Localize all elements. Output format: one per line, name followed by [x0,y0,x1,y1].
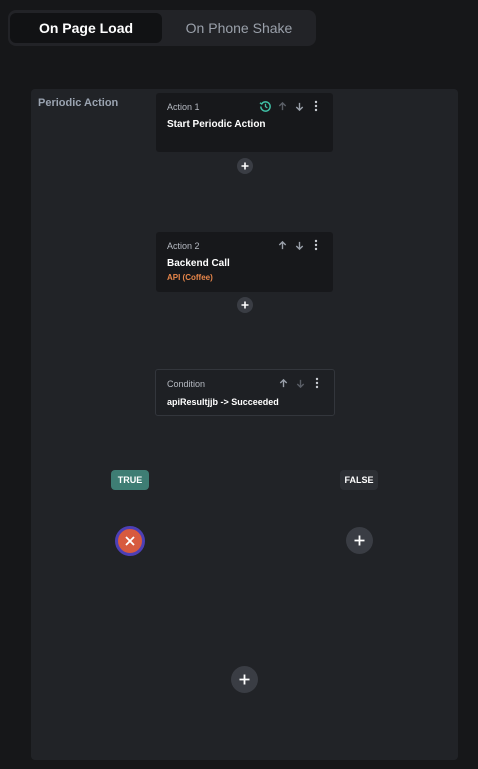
condition-label: Condition [167,379,206,389]
arrow-up-icon[interactable] [275,238,289,252]
tab-on-page-load[interactable]: On Page Load [10,13,162,43]
arrow-down-icon[interactable] [292,99,306,113]
false-branch-badge: FALSE [340,470,378,490]
action-label: Action 1 [167,102,200,112]
plus-icon [354,535,365,546]
plus-icon [239,674,250,685]
close-icon [125,536,135,546]
action-subtitle: API (Coffee) [167,273,213,282]
add-final-action-button[interactable] [231,666,258,693]
plus-icon [241,301,249,309]
more-options-icon[interactable] [310,376,324,390]
periodic-timer-icon[interactable] [258,99,272,113]
action-card-2[interactable]: Action 2 Backend Call API (Coffee) [156,232,333,292]
more-options-icon[interactable] [309,238,323,252]
more-options-icon[interactable] [309,99,323,113]
panel-title: Periodic Action [38,97,119,109]
action-title: Backend Call [167,258,230,269]
terminate-node[interactable] [115,526,145,556]
periodic-action-panel [31,89,458,760]
condition-card[interactable]: Condition apiResultjjb -> Succeeded [155,369,335,416]
arrow-up-icon[interactable] [276,376,290,390]
add-action-button[interactable] [237,297,253,313]
true-branch-badge: TRUE [111,470,149,490]
condition-text: apiResultjjb -> Succeeded [167,397,279,407]
arrow-up-icon[interactable] [275,99,289,113]
action-label: Action 2 [167,241,200,251]
tab-on-phone-shake[interactable]: On Phone Shake [166,13,312,43]
add-false-branch-action-button[interactable] [346,527,373,554]
arrow-down-icon[interactable] [293,376,307,390]
action-title: Start Periodic Action [167,119,266,130]
trigger-tabs: On Page Load On Phone Shake [8,10,316,46]
action-card-1[interactable]: Action 1 Start Periodic Action [156,93,333,152]
plus-icon [241,162,249,170]
arrow-down-icon[interactable] [292,238,306,252]
add-action-button[interactable] [237,158,253,174]
